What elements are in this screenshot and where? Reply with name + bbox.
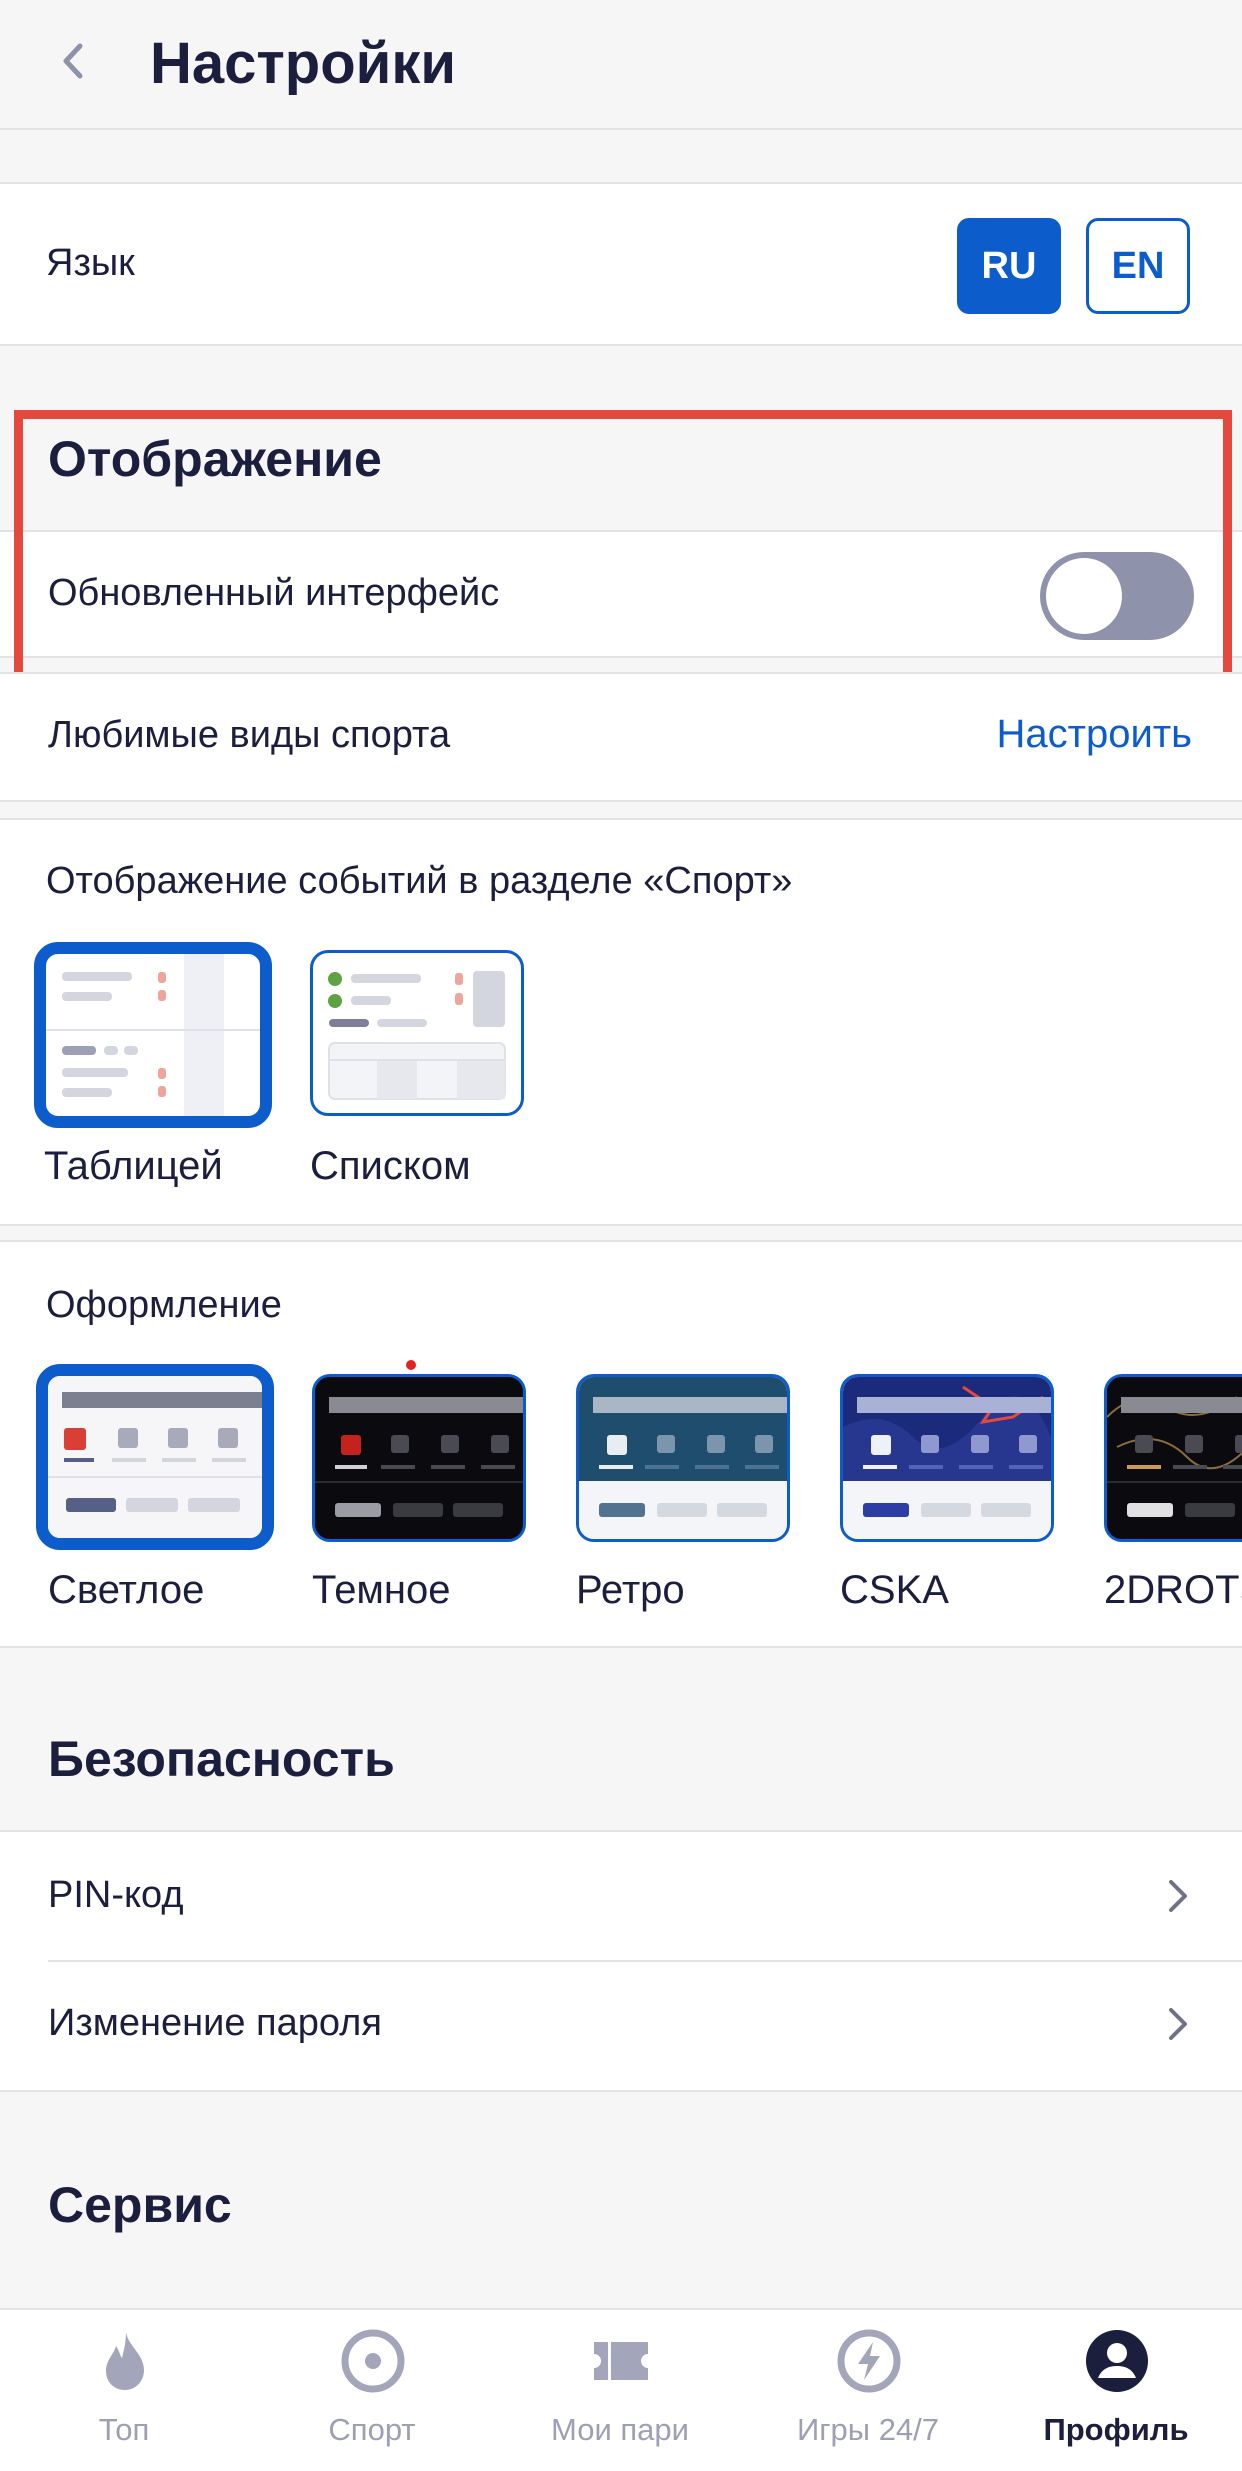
service-section-title: Сервис	[48, 2177, 232, 2233]
theme-retro-option[interactable]	[576, 1374, 790, 1542]
theme-light-preview	[48, 1376, 262, 1538]
tab-my-bets[interactable]: Мои пари	[496, 2310, 744, 2471]
chevron-right-icon	[1169, 1880, 1187, 1912]
tab-games-label: Игры 24/7	[796, 2412, 940, 2447]
theme-cska-label: CSKA	[840, 1568, 949, 1612]
events-view-section: Отображение событий в разделе «Спорт» Та…	[0, 818, 1242, 1226]
list-preview-icon	[328, 971, 506, 1100]
profile-icon	[1086, 2330, 1148, 2392]
chevron-right-icon	[1169, 2008, 1187, 2040]
pin-code-row[interactable]: PIN-код	[0, 1830, 1242, 1960]
theme-dark-preview	[315, 1377, 523, 1539]
events-view-table-option[interactable]	[34, 942, 272, 1128]
theme-2drots-option[interactable]	[1104, 1374, 1242, 1542]
tab-sport-label: Спорт	[328, 2412, 416, 2447]
new-badge-dot	[406, 1360, 416, 1370]
configure-link[interactable]: Настроить	[997, 712, 1192, 757]
theme-dark-label: Темное	[312, 1568, 451, 1612]
ticket-icon	[594, 2342, 648, 2380]
theme-cska-preview	[843, 1377, 1051, 1539]
sport-target-icon	[341, 2329, 405, 2393]
events-view-list-label: Списком	[310, 1144, 471, 1188]
table-preview-icon	[46, 954, 260, 1116]
language-label: Язык	[46, 242, 135, 284]
theme-dark-option[interactable]	[312, 1374, 526, 1542]
row-divider	[48, 1960, 1242, 1962]
security-section-title: Безопасность	[48, 1731, 395, 1787]
bottom-tab-bar: Топ Спорт Мои пари Игры 24/7 Профиль	[0, 2308, 1242, 2471]
tab-sport[interactable]: Спорт	[248, 2310, 496, 2471]
lightning-icon	[837, 2329, 901, 2393]
tab-top[interactable]: Топ	[0, 2310, 248, 2471]
theme-light-label: Светлое	[48, 1568, 205, 1612]
events-view-table-label: Таблицей	[44, 1144, 223, 1188]
change-password-label: Изменение пароля	[48, 2002, 382, 2044]
theme-light-option[interactable]	[36, 1364, 274, 1550]
pin-code-label: PIN-код	[48, 1874, 184, 1916]
tab-games[interactable]: Игры 24/7	[744, 2310, 992, 2471]
flame-icon	[106, 2332, 144, 2390]
events-view-list-option[interactable]	[310, 950, 524, 1116]
lang-ru-button[interactable]: RU	[957, 218, 1061, 314]
theme-retro-label: Ретро	[576, 1568, 685, 1612]
tab-profile-label: Профиль	[1043, 2412, 1189, 2447]
lang-en-button[interactable]: EN	[1086, 218, 1190, 314]
highlight-frame	[14, 410, 1232, 694]
change-password-row[interactable]: Изменение пароля	[0, 1960, 1242, 2092]
theme-2drots-label: 2DROTS	[1104, 1568, 1242, 1612]
back-arrow-icon[interactable]	[50, 36, 100, 86]
favorite-sports-row[interactable]: Любимые виды спорта Настроить	[0, 672, 1242, 802]
tab-top-label: Топ	[98, 2412, 150, 2447]
theme-retro-preview	[579, 1377, 787, 1539]
events-view-label: Отображение событий в разделе «Спорт»	[46, 860, 793, 902]
page-title: Настройки	[150, 31, 457, 96]
header: Настройки	[0, 0, 1242, 130]
tab-my-bets-label: Мои пари	[551, 2412, 689, 2447]
theme-cska-option[interactable]	[840, 1374, 1054, 1542]
design-section: Оформление Светлое Темное Ретро CSKA 2DR…	[0, 1240, 1242, 1648]
language-row: Язык RU EN	[0, 182, 1242, 346]
tab-profile[interactable]: Профиль	[992, 2310, 1240, 2471]
favorite-sports-label: Любимые виды спорта	[48, 714, 451, 756]
theme-2drots-preview	[1107, 1377, 1242, 1539]
design-label: Оформление	[46, 1284, 282, 1326]
